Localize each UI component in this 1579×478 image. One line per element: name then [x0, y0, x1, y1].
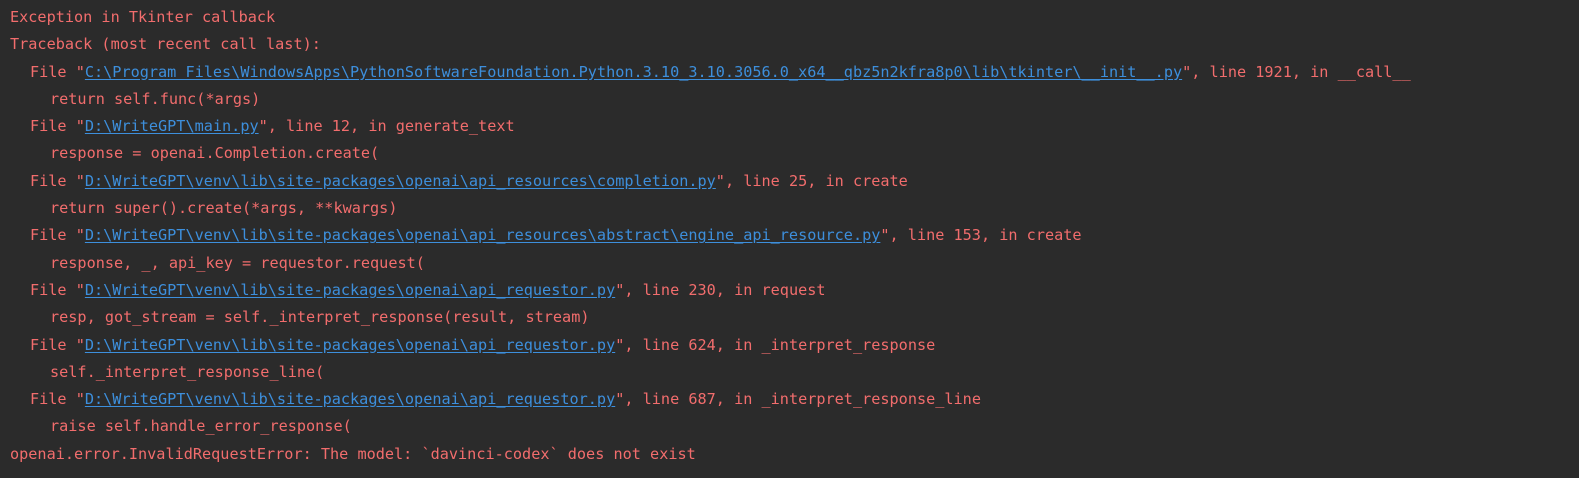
file-path-link[interactable]: D:\WriteGPT\venv\lib\site-packages\opena…: [85, 172, 716, 190]
source-line: resp, got_stream = self._interpret_respo…: [0, 304, 1579, 331]
traceback-header-text: Traceback (most recent call last):: [10, 35, 321, 54]
frame-suffix: ", line 687, in _interpret_response_line: [615, 390, 981, 409]
frame-suffix: ", line 12, in generate_text: [258, 117, 515, 136]
file-path-link[interactable]: D:\WriteGPT\venv\lib\site-packages\opena…: [85, 336, 615, 354]
source-line: self._interpret_response_line(: [0, 359, 1579, 386]
frame-prefix: File ": [30, 335, 85, 354]
source-line: response = openai.Completion.create(: [0, 140, 1579, 167]
source-line: response, _, api_key = requestor.request…: [0, 250, 1579, 277]
traceback-frame: File "D:\WriteGPT\main.py", line 12, in …: [0, 113, 1579, 140]
source-code: response = openai.Completion.create(: [50, 144, 380, 163]
source-code: raise self.handle_error_response(: [50, 417, 352, 436]
source-code: return super().create(*args, **kwargs): [50, 199, 398, 218]
frame-suffix: ", line 153, in create: [880, 226, 1082, 245]
exception-header: Exception in Tkinter callback: [0, 4, 1579, 31]
traceback-frame: File "D:\WriteGPT\venv\lib\site-packages…: [0, 386, 1579, 413]
source-line: return super().create(*args, **kwargs): [0, 195, 1579, 222]
exception-header-text: Exception in Tkinter callback: [10, 8, 276, 26]
frame-suffix: ", line 25, in create: [715, 171, 908, 190]
source-code: resp, got_stream = self._interpret_respo…: [50, 308, 590, 327]
traceback-header: Traceback (most recent call last):: [0, 31, 1579, 58]
frame-prefix: File ": [30, 117, 85, 136]
file-path-link[interactable]: C:\Program Files\WindowsApps\PythonSoftw…: [85, 63, 1182, 81]
console-output: Exception in Tkinter callback Traceback …: [0, 0, 1579, 478]
source-code: return self.func(*args): [50, 89, 261, 108]
source-line: raise self.handle_error_response(: [0, 413, 1579, 440]
source-code: response, _, api_key = requestor.request…: [50, 253, 425, 272]
frame-suffix: ", line 624, in _interpret_response: [615, 335, 936, 354]
frame-prefix: File ": [30, 171, 85, 190]
traceback-frame: File "D:\WriteGPT\venv\lib\site-packages…: [0, 222, 1579, 249]
source-code: self._interpret_response_line(: [50, 362, 325, 381]
frame-prefix: File ": [30, 280, 85, 299]
file-path-link[interactable]: D:\WriteGPT\venv\lib\site-packages\opena…: [85, 390, 615, 408]
frame-prefix: File ": [30, 226, 85, 245]
error-message-text: openai.error.InvalidRequestError: The mo…: [10, 444, 696, 463]
frame-suffix: ", line 1921, in __call__: [1182, 62, 1411, 81]
traceback-frame: File "C:\Program Files\WindowsApps\Pytho…: [0, 59, 1579, 86]
file-path-link[interactable]: D:\WriteGPT\venv\lib\site-packages\opena…: [85, 281, 615, 299]
error-message: openai.error.InvalidRequestError: The mo…: [0, 441, 1579, 468]
traceback-frame: File "D:\WriteGPT\venv\lib\site-packages…: [0, 277, 1579, 304]
traceback-frame: File "D:\WriteGPT\venv\lib\site-packages…: [0, 168, 1579, 195]
file-path-link[interactable]: D:\WriteGPT\venv\lib\site-packages\opena…: [85, 226, 881, 244]
file-path-link[interactable]: D:\WriteGPT\main.py: [85, 117, 259, 135]
frame-prefix: File ": [30, 390, 85, 409]
frame-suffix: ", line 230, in request: [615, 280, 826, 299]
source-line: return self.func(*args): [0, 86, 1579, 113]
traceback-frame: File "D:\WriteGPT\venv\lib\site-packages…: [0, 332, 1579, 359]
frame-prefix: File ": [30, 62, 85, 81]
